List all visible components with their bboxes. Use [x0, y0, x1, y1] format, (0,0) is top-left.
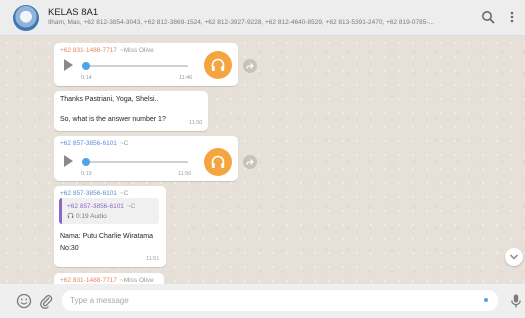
- audio-elapsed: 0:14: [81, 75, 92, 81]
- chat-title-area[interactable]: KELAS 8A1 Ilham, Mas, +62 812-3854-3043,…: [48, 7, 468, 28]
- audio-player[interactable]: [60, 152, 200, 172]
- headphones-icon: [204, 148, 232, 176]
- sender-number: +62 831-1488-7717: [60, 47, 117, 54]
- audio-track[interactable]: [84, 65, 188, 67]
- message-sender[interactable]: +62 831-1488-7717 ~Miss Olive: [60, 276, 154, 284]
- quote-sender-number: +62 857-3856-6101: [67, 203, 124, 210]
- message-text-line: So, what is the answer number 1?: [60, 116, 166, 123]
- message-time: 11:50: [178, 171, 192, 177]
- message-composer: [0, 284, 525, 318]
- audio-message[interactable]: +62 857-3856-6101 ~C 0:19 11:50: [54, 136, 238, 181]
- emoji-icon[interactable]: [16, 293, 32, 309]
- audio-message[interactable]: +62 831-1488-7717 ~Miss Olive 0:14 11:46: [54, 43, 238, 86]
- audio-player[interactable]: [60, 56, 200, 76]
- quote-sender-name: ~C: [126, 203, 136, 210]
- sender-name: ~Miss Olive: [119, 47, 154, 54]
- message-input-box[interactable]: [62, 290, 498, 311]
- message-time: 11:51: [146, 256, 160, 262]
- group-avatar[interactable]: [13, 5, 39, 31]
- play-icon[interactable]: [64, 59, 73, 71]
- sender-number: +62 857-3856-6101: [60, 190, 117, 197]
- audio-message[interactable]: +62 831-1488-7717 ~Miss Olive: [54, 273, 164, 284]
- message-list[interactable]: +62 831-1488-7717 ~Miss Olive 0:14 11:46 …: [0, 36, 525, 284]
- sender-name: ~C: [119, 140, 129, 147]
- group-members: Ilham, Mas, +62 812-3854-3043, +62 812-3…: [48, 19, 434, 26]
- message-text-line: Thanks Pastriani, Yoga, Shelsi..: [60, 96, 159, 103]
- reply-message[interactable]: +62 857-3856-6101 ~C +62 857-3856-6101 ~C …: [54, 186, 166, 267]
- quoted-message[interactable]: +62 857-3856-6101 ~C 0:19 Audio: [59, 198, 159, 224]
- search-icon[interactable]: [480, 10, 496, 26]
- quote-audio-label: 0:19 Audio: [76, 213, 107, 220]
- message-sender[interactable]: +62 831-1488-7717 ~Miss Olive: [60, 46, 154, 55]
- message-time: 11:50: [189, 120, 203, 126]
- audio-position-knob[interactable]: [82, 62, 90, 70]
- forward-icon[interactable]: [243, 59, 257, 73]
- message-text-line: Nama: Putu Charlie Wiratama: [60, 233, 153, 240]
- sender-number: +62 857-3856-6101: [60, 140, 117, 147]
- chat-header[interactable]: KELAS 8A1 Ilham, Mas, +62 812-3854-3043,…: [0, 0, 525, 36]
- scroll-down-button[interactable]: [505, 248, 523, 266]
- message-sender[interactable]: +62 857-3856-6101 ~C: [60, 189, 128, 198]
- text-message[interactable]: Thanks Pastriani, Yoga, Shelsi.. So, wha…: [54, 91, 208, 131]
- message-time: 11:46: [179, 75, 193, 81]
- sender-name: ~Miss Olive: [119, 277, 154, 284]
- forward-icon[interactable]: [243, 155, 257, 169]
- message-text-line: No:30: [60, 245, 79, 252]
- audio-position-knob[interactable]: [82, 158, 90, 166]
- message-input[interactable]: [62, 290, 462, 311]
- attach-icon[interactable]: [38, 293, 54, 309]
- headphones-icon: [204, 51, 232, 79]
- audio-elapsed: 0:19: [81, 171, 92, 177]
- group-name: KELAS 8A1: [48, 7, 99, 18]
- menu-icon[interactable]: [504, 10, 520, 26]
- audio-track[interactable]: [84, 161, 188, 163]
- sender-name: ~C: [119, 190, 129, 197]
- play-icon[interactable]: [64, 155, 73, 167]
- status-dot: [484, 298, 488, 302]
- microphone-icon[interactable]: [508, 293, 524, 309]
- sender-number: +62 831-1488-7717: [60, 277, 117, 284]
- message-sender[interactable]: +62 857-3856-6101 ~C: [60, 139, 128, 148]
- headphones-icon: [67, 212, 74, 221]
